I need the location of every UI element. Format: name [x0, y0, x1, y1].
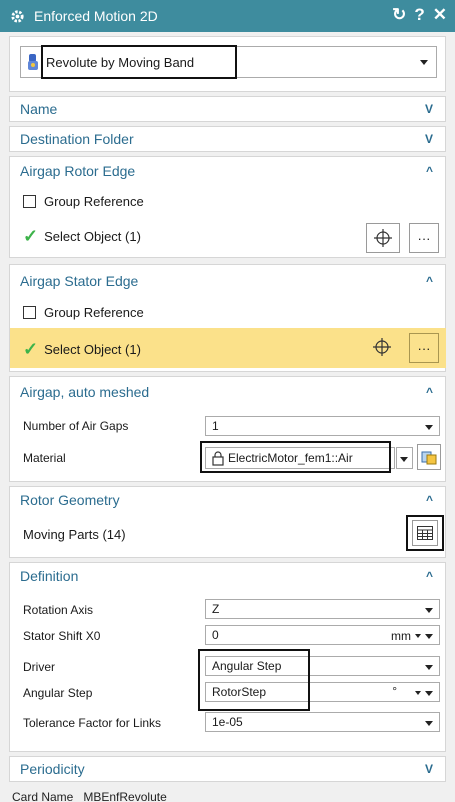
help-icon[interactable]: ?: [414, 5, 424, 25]
close-icon[interactable]: ✕: [433, 5, 447, 25]
stator-shift-label: Stator Shift X0: [23, 629, 101, 643]
moving-parts-label: Moving Parts (14): [23, 527, 126, 542]
type-panel: Revolute by Moving Band: [9, 36, 446, 92]
unit-chevron-down-icon[interactable]: [415, 691, 421, 695]
highlight-frame: [41, 45, 237, 79]
gear-icon: [9, 8, 25, 24]
tolerance-value: 1e-05: [212, 715, 243, 729]
material-library-icon: [421, 451, 437, 465]
section-stator-edge-label: Airgap Stator Edge: [20, 273, 139, 289]
number-of-air-gaps-value: 1: [212, 419, 219, 433]
section-periodicity-label: Periodicity: [20, 761, 85, 777]
group-reference-label: Group Reference: [44, 194, 144, 209]
stator-group-reference[interactable]: Group Reference: [23, 305, 144, 320]
section-periodicity[interactable]: Periodicity V: [9, 756, 446, 782]
crosshair-icon: [373, 338, 391, 356]
angular-step-label: Angular Step: [23, 686, 93, 700]
checkmark-icon: ✓: [23, 226, 39, 246]
section-destination-folder[interactable]: Destination Folder V: [9, 126, 446, 152]
rotation-axis-value: Z: [212, 602, 220, 616]
section-airgap-stator-edge[interactable]: Airgap Stator Edge ^: [9, 266, 446, 296]
revolute-type-icon: [28, 54, 38, 70]
crosshair-select-button[interactable]: [366, 223, 400, 253]
rotation-axis-label: Rotation Axis: [23, 603, 94, 617]
more-options-button[interactable]: ···: [409, 333, 439, 363]
chevron-down-icon: V: [424, 762, 433, 776]
group-reference-label: Group Reference: [44, 305, 144, 320]
type-dropdown[interactable]: Revolute by Moving Band: [20, 45, 437, 79]
chevron-down-icon: [425, 721, 433, 726]
crosshair-select-button[interactable]: [368, 333, 396, 361]
chevron-up-icon: ^: [425, 493, 433, 507]
material-label: Material: [23, 451, 66, 465]
reset-icon[interactable]: ↻: [392, 5, 406, 25]
card-name-value: MBEnfRevolute: [83, 790, 167, 802]
number-of-air-gaps-label: Number of Air Gaps: [23, 419, 129, 433]
chevron-down-icon: V: [424, 132, 433, 146]
chevron-up-icon: ^: [425, 569, 433, 583]
stator-select-object[interactable]: ✓ Select Object (1): [23, 339, 141, 360]
window-title: Enforced Motion 2D: [34, 8, 158, 24]
section-destination-label: Destination Folder: [20, 131, 134, 147]
chevron-up-icon: ^: [425, 274, 433, 288]
section-airgap-auto-meshed[interactable]: Airgap, auto meshed ^: [9, 378, 446, 406]
chevron-down-icon: [400, 457, 408, 462]
stator-shift-input[interactable]: 0 mm: [205, 625, 440, 645]
chevron-down-icon[interactable]: [425, 691, 433, 696]
section-rotor-geometry[interactable]: Rotor Geometry ^: [9, 486, 446, 514]
highlight-frame: [200, 441, 391, 473]
angular-step-unit[interactable]: °: [392, 684, 397, 698]
chevron-down-icon: [425, 608, 433, 613]
crosshair-icon: [374, 229, 392, 247]
highlight-frame: [406, 515, 444, 551]
section-airgap-rotor-edge[interactable]: Airgap Rotor Edge ^: [9, 156, 446, 186]
group-reference-checkbox[interactable]: [23, 306, 36, 319]
section-definition-label: Definition: [20, 568, 79, 584]
chevron-up-icon: ^: [425, 385, 433, 399]
material-dropdown-button[interactable]: [396, 447, 413, 469]
ellipsis-icon: ···: [417, 230, 431, 246]
select-object-label: Select Object (1): [44, 342, 141, 357]
stator-shift-unit[interactable]: mm: [391, 629, 411, 643]
section-definition[interactable]: Definition ^: [9, 562, 446, 590]
chevron-down-icon: [425, 425, 433, 430]
tolerance-label: Tolerance Factor for Links: [23, 716, 162, 730]
chevron-down-icon: V: [424, 102, 433, 116]
more-options-button[interactable]: ···: [409, 223, 439, 253]
chevron-down-icon: [425, 665, 433, 670]
title-bar: Enforced Motion 2D ↻ ? ✕: [0, 0, 455, 32]
rotor-select-object[interactable]: ✓ Select Object (1): [23, 226, 141, 247]
card-name-footer: Card Name MBEnfRevolute: [12, 790, 167, 802]
section-rotor-geometry-label: Rotor Geometry: [20, 492, 120, 508]
card-name-label: Card Name: [12, 790, 74, 802]
number-of-air-gaps-dropdown[interactable]: 1: [205, 416, 440, 436]
chevron-down-icon[interactable]: [425, 634, 433, 639]
rotation-axis-dropdown[interactable]: Z: [205, 599, 440, 619]
section-name[interactable]: Name V: [9, 96, 446, 122]
section-name-label: Name: [20, 101, 58, 117]
group-reference-checkbox[interactable]: [23, 195, 36, 208]
rotor-group-reference[interactable]: Group Reference: [23, 194, 144, 209]
checkmark-icon: ✓: [23, 339, 39, 359]
material-library-button[interactable]: [417, 444, 441, 470]
chevron-down-icon: [420, 60, 428, 65]
section-airgap-meshed-label: Airgap, auto meshed: [20, 384, 150, 400]
tolerance-dropdown[interactable]: 1e-05: [205, 712, 440, 732]
stator-shift-value: 0: [212, 628, 219, 642]
ellipsis-icon: ···: [417, 340, 431, 356]
unit-chevron-down-icon[interactable]: [415, 634, 421, 638]
select-object-label: Select Object (1): [44, 229, 141, 244]
highlight-frame: [198, 649, 310, 711]
driver-label: Driver: [23, 660, 55, 674]
section-rotor-edge-label: Airgap Rotor Edge: [20, 163, 136, 179]
chevron-up-icon: ^: [425, 164, 433, 178]
